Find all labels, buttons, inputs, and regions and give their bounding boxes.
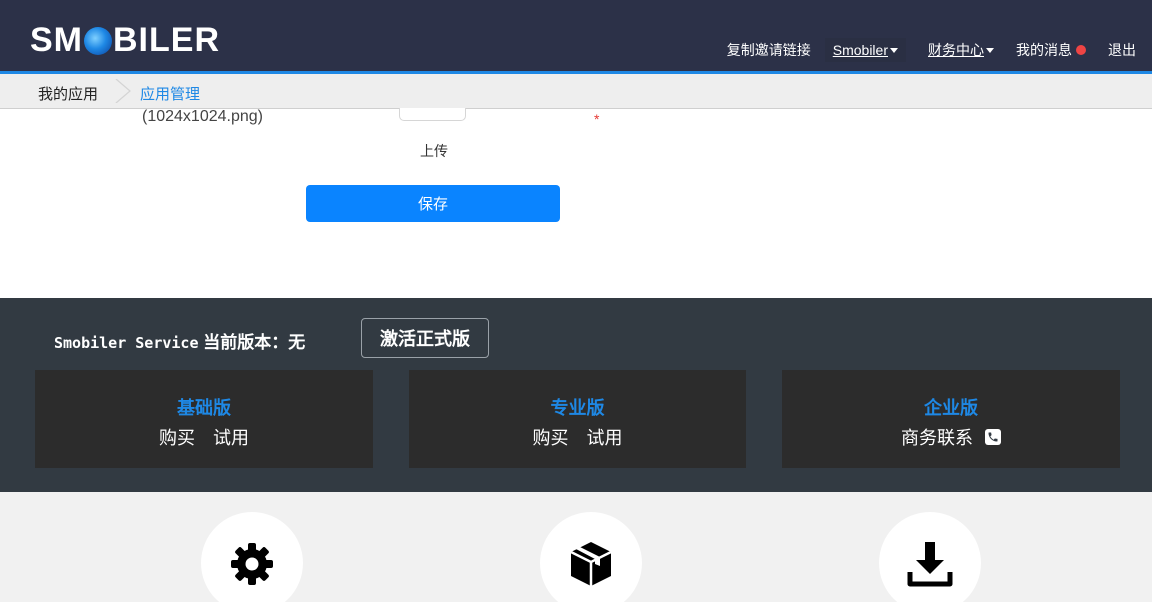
my-messages-link[interactable]: 我的消息 [1016,40,1086,60]
plan-name-basic[interactable]: 基础版 [35,394,373,420]
feature-settings[interactable] [201,512,303,614]
feature-package[interactable] [540,512,642,614]
service-version-title: Smobiler Service 当前版本：无 [54,328,305,353]
logout-link[interactable]: 退出 [1108,40,1136,60]
copy-invite-link[interactable]: 复制邀请链接 [727,40,811,60]
trial-pro-link[interactable]: 试用 [587,424,623,450]
breadcrumb-app-management[interactable]: 应用管理 [140,83,200,104]
buy-basic-link[interactable]: 购买 [159,424,195,450]
plan-name-pro[interactable]: 专业版 [409,394,746,420]
buy-pro-link[interactable]: 购买 [533,424,569,450]
icon-upload-preview[interactable] [399,108,466,121]
plan-actions: 商务联系 [782,424,1120,450]
breadcrumb-separator-icon [115,79,131,103]
logo-text-right: BILER [113,20,220,59]
unread-dot-icon [1076,45,1086,55]
icon-size-note: (1024x1024.png) [142,108,263,125]
save-button[interactable]: 保存 [306,185,560,222]
plan-card-pro: 专业版 购买 试用 [409,370,746,468]
required-mark: * [594,111,600,127]
plan-actions: 购买 试用 [35,424,373,450]
upload-link[interactable]: 上传 [420,141,448,161]
business-contact-link[interactable]: 商务联系 [901,424,973,450]
activate-license-button[interactable]: 激活正式版 [361,318,489,358]
package-icon [570,542,612,586]
logo-text-left: SM [30,20,83,59]
plan-card-basic: 基础版 购买 试用 [35,370,373,468]
feature-download[interactable] [879,512,981,614]
gear-icon [231,543,273,585]
finance-center-menu[interactable]: 财务中心 [928,40,994,60]
plan-actions: 购买 试用 [409,424,746,450]
my-messages-label: 我的消息 [1016,42,1072,58]
download-icon [907,542,953,587]
trial-basic-link[interactable]: 试用 [213,424,249,450]
service-name: Smobiler Service [54,334,199,352]
service-section: Smobiler Service 当前版本：无 激活正式版 基础版 购买 试用 … [0,298,1152,492]
plan-name-enterprise[interactable]: 企业版 [782,394,1120,420]
top-nav: 复制邀请链接 Smobiler 财务中心 我的消息 退出 [705,38,1136,62]
top-header: SM BILER 复制邀请链接 Smobiler 财务中心 我的消息 退出 [0,0,1152,74]
plan-card-enterprise: 企业版 商务联系 [782,370,1120,468]
features-section [0,492,1152,614]
breadcrumb-my-apps[interactable]: 我的应用 [38,83,98,104]
smobiler-logo[interactable]: SM BILER [30,20,220,60]
logo-swirl-icon [84,27,112,55]
caret-down-icon [986,47,994,53]
smobiler-menu[interactable]: Smobiler [824,38,906,62]
smobiler-menu-label: Smobiler [832,42,888,58]
current-version: 当前版本：无 [203,333,306,352]
finance-center-label: 财务中心 [928,42,984,58]
caret-down-icon [890,47,898,53]
phone-icon[interactable] [985,429,1001,445]
breadcrumb: 我的应用 应用管理 [0,74,1152,109]
